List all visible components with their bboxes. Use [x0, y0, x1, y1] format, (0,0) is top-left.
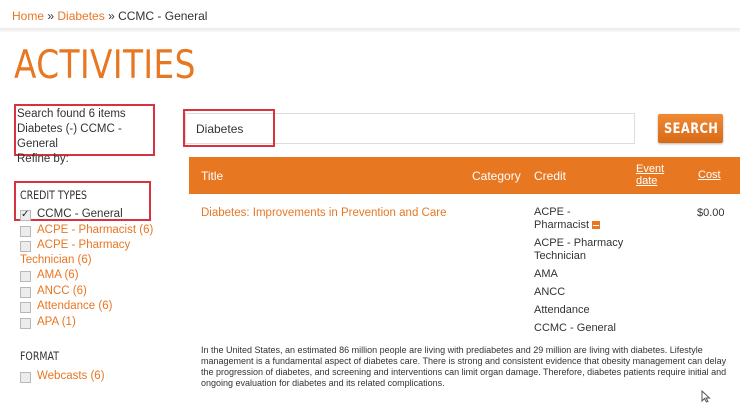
- checkbox[interactable]: [20, 271, 31, 282]
- column-header-credit: Credit: [534, 169, 567, 183]
- column-header-event-date[interactable]: Event date: [636, 163, 664, 187]
- facet-item-ama[interactable]: AMA (6): [20, 268, 180, 284]
- breadcrumb-home-link[interactable]: Home: [12, 9, 44, 23]
- format-heading: FORMAT: [20, 349, 60, 363]
- credit-item: AMA: [534, 268, 558, 280]
- search-summary: Search found 6 items Diabetes (-) CCMC -…: [17, 107, 126, 167]
- search-count-text: Search found 6 items: [17, 108, 126, 120]
- breadcrumb-separator: »: [104, 9, 119, 23]
- search-query-text: Diabetes (-) CCMC -: [17, 123, 122, 135]
- column-header-cost[interactable]: Cost: [698, 169, 721, 181]
- facet-item-ccmc-general[interactable]: CCMC - General: [20, 207, 180, 223]
- result-cost: $0.00: [697, 207, 725, 219]
- refine-by-label: Refine by:: [17, 153, 69, 165]
- credit-item: Technician: [534, 250, 586, 262]
- checkbox[interactable]: [20, 207, 31, 223]
- result-title-link[interactable]: Diabetes: Improvements in Prevention and…: [201, 207, 446, 219]
- checkbox[interactable]: [20, 317, 31, 329]
- result-credit-list: ACPE - Pharmacist ACPE - Pharmacy Techni…: [534, 206, 644, 340]
- facet-item-apa[interactable]: APA (1): [20, 315, 180, 331]
- results-table-header: Title Category Credit Event date Cost: [189, 157, 740, 194]
- facet-item-webcasts[interactable]: Webcasts (6): [20, 369, 180, 385]
- credit-item: ACPE -: [534, 206, 571, 218]
- checkbox[interactable]: [20, 225, 31, 237]
- facet-item-acpe-pharmacy-technician-cont[interactable]: Technician (6): [20, 253, 180, 269]
- breadcrumb-diabetes-link[interactable]: Diabetes: [57, 9, 104, 23]
- credit-item: ACPE - Pharmacy: [534, 237, 624, 249]
- credit-types-list: CCMC - General ACPE - Pharmacist (6) ACP…: [20, 207, 180, 330]
- header-divider: [0, 28, 740, 33]
- facet-item-acpe-pharmacist[interactable]: ACPE - Pharmacist (6): [20, 223, 180, 239]
- checkbox[interactable]: [20, 286, 31, 298]
- credit-item: CCMC - General: [534, 322, 616, 334]
- facet-item-attendance[interactable]: Attendance (6): [20, 299, 180, 315]
- search-button[interactable]: SEARCH: [658, 114, 723, 143]
- checkbox[interactable]: [20, 241, 31, 252]
- credit-item: Attendance: [534, 304, 590, 316]
- search-input-highlight-box: [183, 109, 275, 147]
- checkbox[interactable]: [20, 302, 31, 313]
- credit-item: Pharmacist: [534, 219, 644, 232]
- facet-item-acpe-pharmacy-technician[interactable]: ACPE - Pharmacy: [20, 238, 180, 254]
- collapse-icon[interactable]: [592, 221, 601, 229]
- checkbox[interactable]: [20, 372, 31, 383]
- breadcrumb-separator: »: [44, 9, 58, 23]
- column-header-title: Title: [201, 169, 224, 183]
- column-header-category: Category: [472, 169, 521, 183]
- credit-types-heading: CREDIT TYPES: [20, 188, 88, 202]
- search-query-text-cont: General: [17, 138, 58, 150]
- credit-item: ANCC: [534, 286, 566, 298]
- breadcrumb-current: CCMC - General: [118, 9, 208, 23]
- page-title: ACTIVITIES: [14, 43, 196, 88]
- result-description: In the United States, an estimated 86 mi…: [201, 345, 727, 388]
- facet-item-ancc[interactable]: ANCC (6): [20, 284, 180, 300]
- format-list: Webcasts (6): [20, 369, 180, 385]
- breadcrumb: Home » Diabetes » CCMC - General: [12, 9, 207, 23]
